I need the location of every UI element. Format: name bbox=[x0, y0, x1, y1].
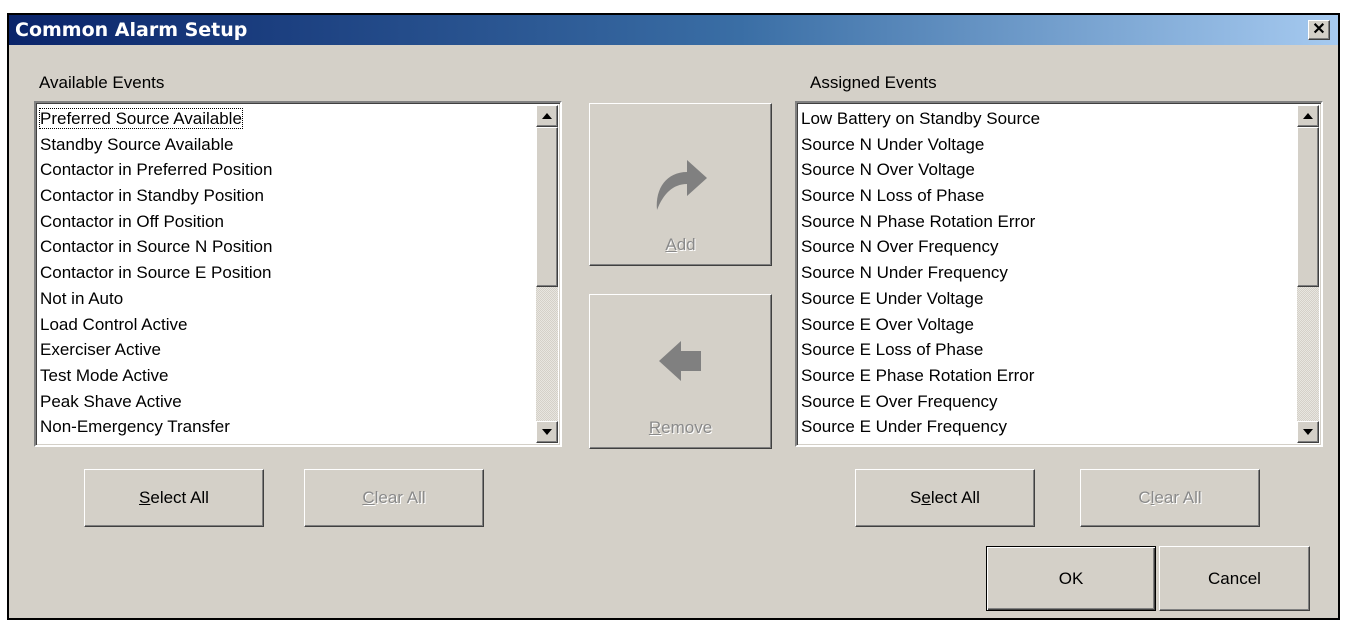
list-item[interactable]: Contactor in Off Position bbox=[40, 209, 530, 235]
common-alarm-setup-dialog: Common Alarm Setup ✕ Available Events Pr… bbox=[7, 13, 1340, 620]
list-item[interactable]: Contactor in Standby Position bbox=[40, 183, 530, 209]
list-item-label: Source N Phase Rotation Error bbox=[801, 211, 1036, 231]
scroll-up-arrow-icon bbox=[542, 113, 552, 119]
scroll-down-arrow-icon bbox=[542, 429, 552, 435]
assigned-clear-all-button[interactable]: Clear All bbox=[1080, 469, 1260, 527]
list-item-label: Source E Over Frequency bbox=[801, 391, 998, 411]
ok-button[interactable]: OK bbox=[986, 546, 1156, 611]
list-item-label: Standby Source Available bbox=[40, 134, 234, 154]
list-item[interactable]: Contactor in Source E Position bbox=[40, 260, 530, 286]
assigned-events-scrollbar[interactable] bbox=[1297, 105, 1319, 443]
list-item-label: Source N Under Frequency bbox=[801, 263, 1008, 283]
available-events-label: Available Events bbox=[39, 73, 165, 92]
available-events-scrollbar[interactable] bbox=[536, 105, 558, 443]
list-item-label: Source N Over Frequency bbox=[801, 237, 999, 257]
ok-button-label: OK bbox=[1058, 568, 1084, 588]
scroll-down-button[interactable] bbox=[1297, 421, 1319, 443]
scroll-down-arrow-icon bbox=[1303, 429, 1313, 435]
assigned-select-all-button[interactable]: Select All bbox=[855, 469, 1035, 527]
assigned-clear-all-label: Clear All bbox=[1138, 488, 1202, 507]
list-item-label: Source E Phase Rotation Error bbox=[801, 365, 1035, 385]
list-item[interactable]: Contactor in Source N Position bbox=[40, 234, 530, 260]
list-item[interactable]: Source E Loss of Phase bbox=[801, 337, 1291, 363]
list-item[interactable]: Source E Under Voltage bbox=[801, 286, 1291, 312]
remove-button-label: Remove bbox=[648, 418, 713, 437]
list-item[interactable]: Standby Source Available bbox=[40, 132, 530, 158]
list-item[interactable]: Contactor in Preferred Position bbox=[40, 157, 530, 183]
list-item-label: Source N Loss of Phase bbox=[801, 186, 985, 206]
list-item-label: Exerciser Active bbox=[40, 340, 161, 360]
list-item-label: Source N Over Voltage bbox=[801, 160, 975, 180]
list-item-label: Preferred Source Available bbox=[39, 108, 243, 129]
list-item-label: Source E Loss of Phase bbox=[801, 340, 984, 360]
list-item[interactable]: Test Mode Active bbox=[40, 363, 530, 389]
scroll-up-arrow-icon bbox=[1303, 113, 1313, 119]
assigned-select-all-label: Select All bbox=[910, 488, 980, 507]
list-item[interactable]: Preferred Source Available bbox=[39, 106, 530, 132]
available-events-items: Preferred Source Available Standby Source… bbox=[39, 106, 530, 440]
scroll-up-button[interactable] bbox=[1297, 105, 1319, 127]
scroll-thumb[interactable] bbox=[536, 127, 558, 287]
list-item-label: Low Battery on Standby Source bbox=[801, 109, 1041, 128]
close-button[interactable]: ✕ bbox=[1308, 20, 1330, 40]
add-button-label: Add bbox=[665, 235, 696, 254]
list-item[interactable]: Source E Over Voltage bbox=[801, 312, 1291, 338]
available-events-list[interactable]: Preferred Source Available Standby Source… bbox=[34, 101, 562, 447]
remove-button[interactable]: Remove bbox=[589, 294, 772, 449]
scroll-thumb[interactable] bbox=[1297, 127, 1319, 287]
available-clear-all-label: Clear All bbox=[362, 488, 426, 507]
list-item[interactable]: Source E Phase Rotation Error bbox=[801, 363, 1291, 389]
list-item-label: Source E Under Frequency bbox=[801, 417, 1007, 437]
arrow-left-icon bbox=[658, 341, 701, 381]
list-item-label: Non-Emergency Transfer bbox=[40, 417, 230, 437]
list-item-label: Contactor in Preferred Position bbox=[40, 160, 273, 180]
list-item-label: Source E Under Voltage bbox=[801, 288, 984, 308]
scroll-up-button[interactable] bbox=[536, 105, 558, 127]
window-title: Common Alarm Setup bbox=[15, 19, 248, 41]
available-clear-all-button[interactable]: Clear All bbox=[304, 469, 484, 527]
cancel-button[interactable]: Cancel bbox=[1159, 546, 1310, 611]
list-item-label: Source N Under Voltage bbox=[801, 134, 985, 154]
list-item[interactable]: Source E Under Frequency bbox=[801, 414, 1291, 440]
list-item[interactable]: Low Battery on Standby Source bbox=[801, 106, 1291, 132]
title-bar: Common Alarm Setup bbox=[9, 15, 1338, 45]
list-item-label: Contactor in Source E Position bbox=[40, 263, 272, 283]
close-icon: ✕ bbox=[1312, 21, 1326, 38]
list-item[interactable]: Peak Shave Active bbox=[40, 389, 530, 415]
list-item[interactable]: Source E Over Frequency bbox=[801, 389, 1291, 415]
add-button[interactable]: Add bbox=[589, 103, 772, 266]
arrow-curve-right-icon bbox=[656, 160, 707, 210]
list-item[interactable]: Source N Under Voltage bbox=[801, 132, 1291, 158]
assigned-events-label: Assigned Events bbox=[810, 73, 937, 92]
list-item[interactable]: Load Control Active bbox=[40, 312, 530, 338]
list-item[interactable]: Not in Auto bbox=[40, 286, 530, 312]
list-item-label: Not in Auto bbox=[40, 288, 124, 308]
scroll-down-button[interactable] bbox=[536, 421, 558, 443]
list-item[interactable]: Source N Phase Rotation Error bbox=[801, 209, 1291, 235]
assigned-events-list[interactable]: Low Battery on Standby Source Source N Un… bbox=[795, 101, 1323, 447]
list-item-label: Contactor in Standby Position bbox=[40, 186, 264, 206]
list-item[interactable]: Source N Over Voltage bbox=[801, 157, 1291, 183]
available-select-all-label: Select All bbox=[139, 488, 209, 507]
list-item-label: Source E Over Voltage bbox=[801, 314, 974, 334]
list-item-label: Contactor in Source N Position bbox=[40, 237, 273, 257]
list-item[interactable]: Exerciser Active bbox=[40, 337, 530, 363]
list-item-label: Contactor in Off Position bbox=[40, 211, 224, 231]
assigned-events-items: Low Battery on Standby Source Source N Un… bbox=[801, 106, 1291, 440]
list-item-label: Test Mode Active bbox=[40, 365, 169, 385]
list-item-label: Load Control Active bbox=[40, 314, 188, 334]
list-item-label: Peak Shave Active bbox=[40, 391, 182, 411]
list-item[interactable]: Non-Emergency Transfer bbox=[40, 414, 530, 440]
available-select-all-button[interactable]: Select All bbox=[84, 469, 264, 527]
list-item[interactable]: Source N Loss of Phase bbox=[801, 183, 1291, 209]
list-item[interactable]: Source N Over Frequency bbox=[801, 234, 1291, 260]
list-item[interactable]: Source N Under Frequency bbox=[801, 260, 1291, 286]
cancel-button-label: Cancel bbox=[1208, 568, 1261, 588]
